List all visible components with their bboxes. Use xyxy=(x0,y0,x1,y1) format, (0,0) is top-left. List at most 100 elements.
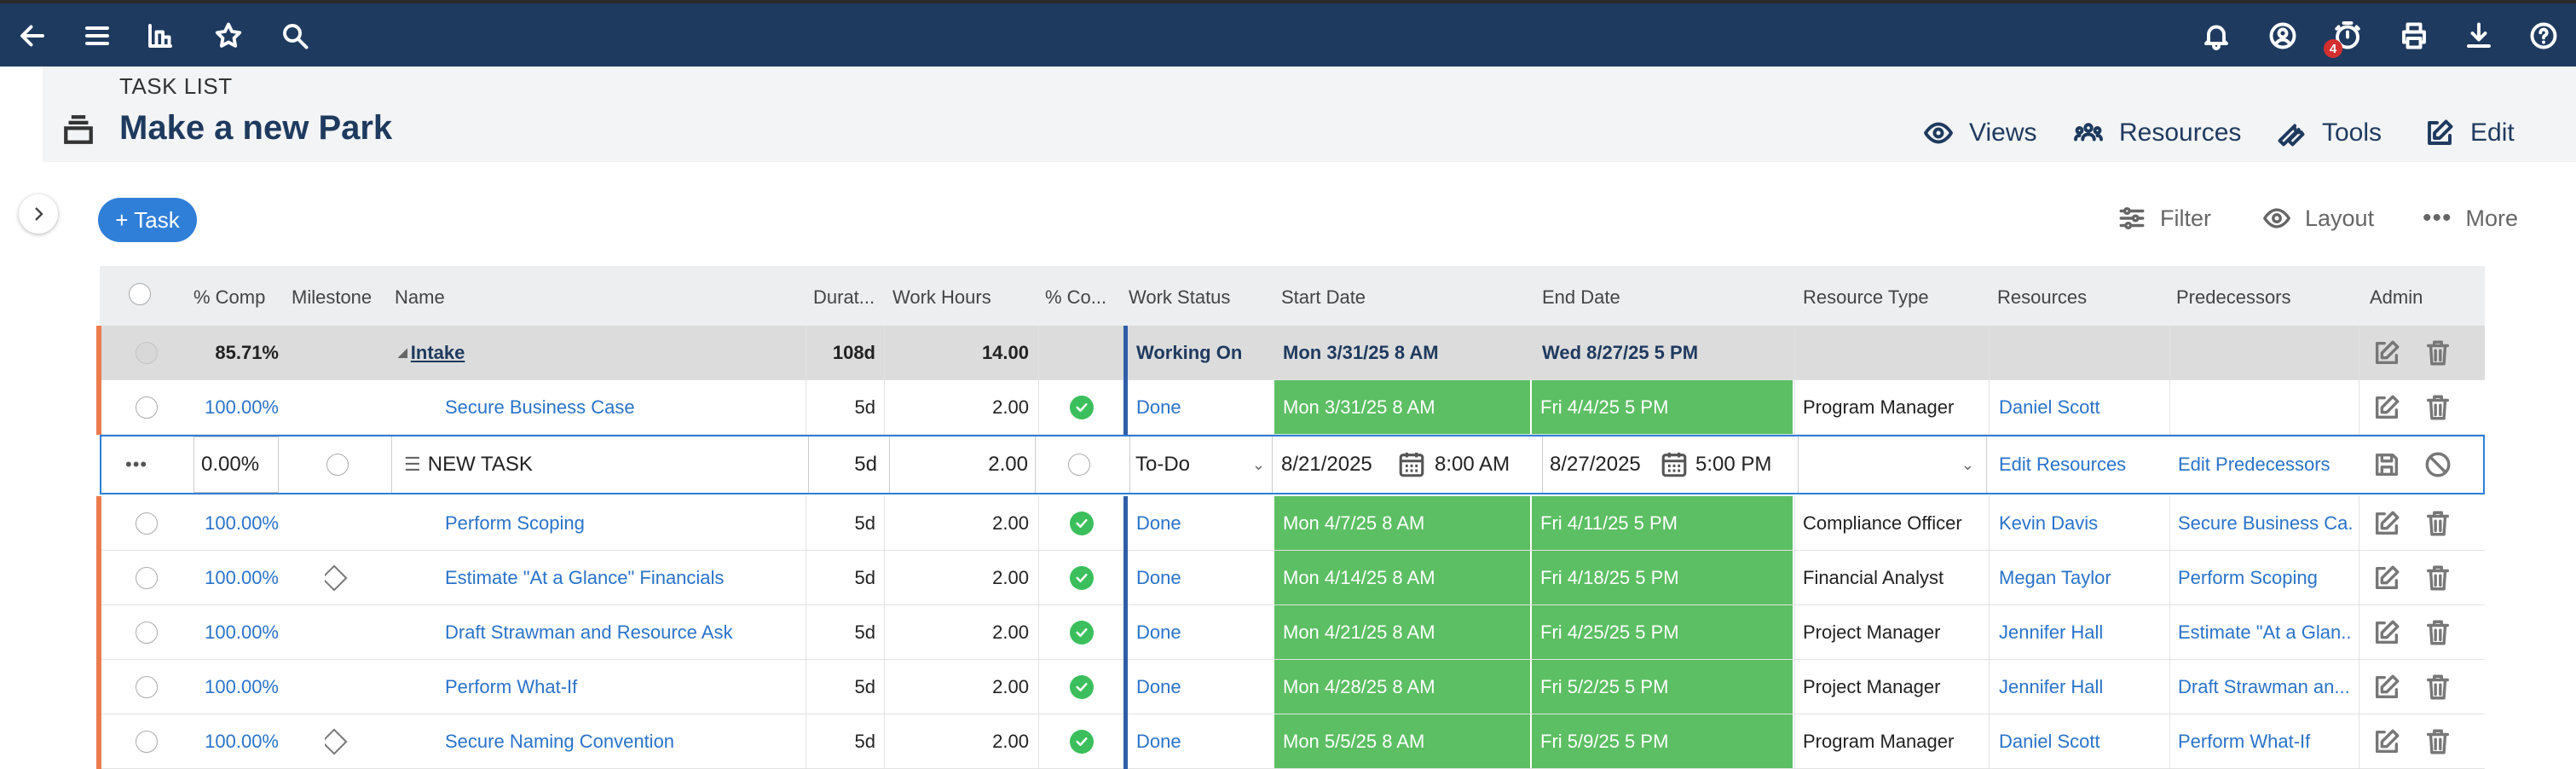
pct-input[interactable]: 0.00% xyxy=(193,437,279,493)
row-select-checkbox[interactable] xyxy=(136,566,158,589)
complete-toggle[interactable] xyxy=(1068,454,1090,476)
menu-icon[interactable] xyxy=(78,17,116,55)
calendar-icon[interactable] xyxy=(1660,437,1694,493)
edit-row-button[interactable] xyxy=(2372,660,2406,714)
hours-input[interactable]: 2.00 xyxy=(889,437,1036,493)
row-status[interactable]: Done xyxy=(1136,551,1264,604)
row-name[interactable]: Perform Scoping xyxy=(445,496,803,550)
row-select-checkbox[interactable] xyxy=(136,621,158,644)
col-work-hours[interactable]: Work Hours xyxy=(892,286,991,309)
row-predecessor[interactable]: Draft Strawman an... xyxy=(2178,660,2353,714)
back-arrow-icon[interactable] xyxy=(14,17,51,55)
col-predecessors[interactable]: Predecessors xyxy=(2176,286,2291,309)
delete-row-button[interactable] xyxy=(2423,326,2458,379)
summary-name[interactable]: Intake xyxy=(411,342,465,364)
row-resource[interactable]: Daniel Scott xyxy=(1999,380,2165,434)
table-row[interactable]: 100.00% Perform What-If 5d 2.00 Done Mon… xyxy=(96,660,2485,714)
row-predecessor[interactable]: Secure Business Ca... xyxy=(2178,496,2353,550)
help-icon[interactable] xyxy=(2525,17,2562,55)
views-button[interactable]: Views xyxy=(1923,114,2036,152)
table-row[interactable]: 100.00% Draft Strawman and Resource Ask … xyxy=(96,605,2485,660)
col-admin[interactable]: Admin xyxy=(2370,286,2423,309)
tools-button[interactable]: Tools xyxy=(2276,114,2382,152)
star-icon[interactable] xyxy=(210,17,247,55)
row-actions-dots-icon[interactable]: ••• xyxy=(125,437,159,493)
row-predecessor[interactable]: Estimate "At a Glan... xyxy=(2178,605,2353,659)
end-date-input[interactable]: 8/27/2025 xyxy=(1542,437,1661,493)
row-predecessor[interactable] xyxy=(2178,380,2353,434)
resource-type-select[interactable]: ⌄ xyxy=(1798,437,1987,493)
col-name[interactable]: Name xyxy=(395,286,445,309)
add-task-button[interactable]: + Task xyxy=(98,198,197,242)
save-row-button[interactable] xyxy=(2372,437,2406,493)
row-status[interactable]: Done xyxy=(1136,714,1264,768)
more-button[interactable]: ••• More xyxy=(2423,199,2518,237)
delete-row-button[interactable] xyxy=(2423,660,2458,714)
delete-row-button[interactable] xyxy=(2423,714,2458,768)
delete-row-button[interactable] xyxy=(2423,380,2458,434)
status-select[interactable]: To-Do ⌄ xyxy=(1129,437,1273,493)
table-row[interactable]: 100.00% Estimate "At a Glance" Financial… xyxy=(96,551,2485,605)
col-resources[interactable]: Resources xyxy=(1997,286,2087,309)
row-name[interactable]: Perform What-If xyxy=(445,660,803,714)
table-row[interactable]: 100.00% Secure Business Case 5d 2.00 Don… xyxy=(96,380,2485,435)
col-milestone[interactable]: Milestone xyxy=(292,286,372,309)
col-work-status[interactable]: Work Status xyxy=(1129,286,1230,309)
row-select-checkbox[interactable] xyxy=(136,341,158,364)
duration-input[interactable]: 5d xyxy=(809,437,877,493)
download-icon[interactable] xyxy=(2460,17,2498,55)
row-resource[interactable]: Kevin Davis xyxy=(1999,496,2165,550)
resources-button[interactable]: Resources xyxy=(2073,114,2241,152)
col-resource-type[interactable]: Resource Type xyxy=(1803,286,1929,309)
delete-row-button[interactable] xyxy=(2423,605,2458,659)
edit-row-button[interactable] xyxy=(2372,714,2406,768)
start-date-input[interactable]: 8/21/2025 xyxy=(1281,437,1401,493)
edit-row-button[interactable] xyxy=(2372,326,2406,379)
col-pct-comp[interactable]: % Comp xyxy=(193,286,265,309)
row-name[interactable]: Secure Business Case xyxy=(445,380,803,434)
dashboard-icon[interactable] xyxy=(142,17,179,55)
row-select-checkbox[interactable] xyxy=(136,396,158,419)
row-predecessor[interactable]: Perform Scoping xyxy=(2178,551,2353,604)
col-duration[interactable]: Durat... xyxy=(813,286,875,309)
edit-page-button[interactable]: Edit xyxy=(2424,114,2515,152)
edit-row-button[interactable] xyxy=(2372,380,2406,434)
row-resource[interactable]: Jennifer Hall xyxy=(1999,660,2165,714)
cancel-row-button[interactable] xyxy=(2423,437,2458,493)
edit-row-button[interactable] xyxy=(2372,496,2406,550)
row-predecessor[interactable]: Perform What-If xyxy=(2178,714,2353,768)
row-status[interactable]: Done xyxy=(1136,496,1264,550)
table-row[interactable]: 100.00% Perform Scoping 5d 2.00 Done Mon… xyxy=(96,496,2485,551)
name-input[interactable]: ☰ NEW TASK xyxy=(391,437,809,493)
row-status[interactable]: Done xyxy=(1136,380,1264,434)
collapse-triangle-icon[interactable]: ◢ xyxy=(398,345,407,360)
edit-predecessors-link[interactable]: Edit Predecessors xyxy=(2178,437,2357,493)
start-time-input[interactable]: 8:00 AM xyxy=(1435,437,1528,493)
user-circle-icon[interactable] xyxy=(2264,17,2302,55)
edit-row-button[interactable] xyxy=(2372,605,2406,659)
row-name[interactable]: Estimate "At a Glance" Financials xyxy=(445,551,803,604)
calendar-icon[interactable] xyxy=(1397,437,1431,493)
filter-button[interactable]: Filter xyxy=(2117,199,2211,237)
new-task-edit-row[interactable]: ••• 0.00% ☰ NEW TASK 5d 2.00 To-Do ⌄ 8/2… xyxy=(100,435,2485,494)
delete-row-button[interactable] xyxy=(2423,551,2458,604)
printer-icon[interactable] xyxy=(2395,17,2433,55)
row-select-checkbox[interactable] xyxy=(136,730,158,753)
row-select-checkbox[interactable] xyxy=(136,512,158,535)
row-resource[interactable]: Jennifer Hall xyxy=(1999,605,2165,659)
edit-resources-link[interactable]: Edit Resources xyxy=(1999,437,2169,493)
col-end-date[interactable]: End Date xyxy=(1542,286,1620,309)
summary-row[interactable]: 85.71% ◢ Intake 108d 14.00 Working On Mo… xyxy=(96,326,2485,380)
bell-icon[interactable] xyxy=(2198,17,2235,55)
table-row[interactable]: 100.00% Secure Naming Convention 5d 2.00… xyxy=(96,714,2485,769)
row-name[interactable]: Secure Naming Convention xyxy=(445,714,803,768)
search-icon[interactable] xyxy=(276,17,314,55)
row-resource[interactable]: Megan Taylor xyxy=(1999,551,2165,604)
col-pct-complete[interactable]: % Co... xyxy=(1045,286,1106,309)
col-start-date[interactable]: Start Date xyxy=(1281,286,1366,309)
row-status[interactable]: Done xyxy=(1136,660,1264,714)
end-time-input[interactable]: 5:00 PM xyxy=(1695,437,1789,493)
row-select-checkbox[interactable] xyxy=(136,675,158,698)
row-name[interactable]: Draft Strawman and Resource Ask xyxy=(445,605,803,659)
row-resource[interactable]: Daniel Scott xyxy=(1999,714,2165,768)
